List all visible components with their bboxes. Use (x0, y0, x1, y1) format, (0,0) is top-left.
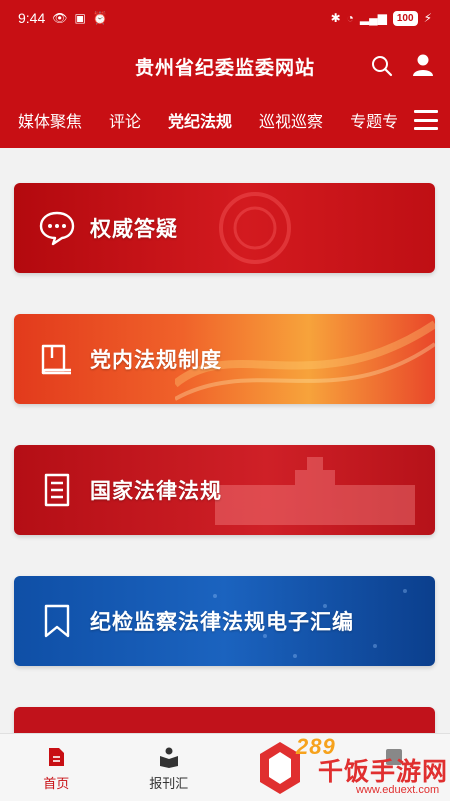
emblem-decoration (219, 192, 291, 264)
menu-icon[interactable] (414, 110, 438, 130)
nav-item-party-regulations[interactable]: 党纪法规 (168, 108, 232, 132)
card-label: 纪检监察法律法规电子汇编 (90, 611, 354, 634)
wifi-icon: ◔ (346, 11, 354, 25)
watermark-text: 千饭手游网 (318, 758, 449, 786)
category-nav: 媒体聚焦 评论 党纪法规 巡视巡察 专题专 (0, 100, 450, 140)
site-watermark: 289 千饭手游网 www.eduext.com (252, 730, 450, 801)
charging-icon: ⚡ (423, 11, 432, 25)
home-doc-icon (49, 748, 65, 766)
notification-icon: ▣ (74, 11, 86, 25)
nav-item-media[interactable]: 媒体聚焦 (18, 108, 82, 132)
alarm-icon: ⏰ (92, 11, 108, 25)
status-time: 9:44 (18, 10, 46, 26)
nav-item-label: 党纪法规 (168, 112, 233, 131)
nav-item-special-topic[interactable]: 专题专 (350, 108, 398, 132)
card-national-laws[interactable]: 国家法律法规 (14, 445, 435, 535)
card-authoritative-qa[interactable]: 权威答疑 (14, 183, 435, 273)
card-label: 党内法规制度 (90, 349, 222, 372)
app-header: 9:44 👁 ▣ ⏰ ✱ ◔ ▂▄▆ 100 ⚡ 贵州省纪委监委网站 媒体聚焦 … (0, 0, 450, 148)
tab-home[interactable]: 首页 (0, 734, 113, 801)
nav-item-inspection[interactable]: 巡视巡察 (259, 108, 323, 132)
bookmark-icon (44, 604, 70, 638)
card-label: 权威答疑 (90, 218, 178, 241)
search-icon[interactable] (370, 54, 394, 78)
watermark-url: www.eduext.com (356, 784, 440, 796)
card-discipline-compilation[interactable]: 纪检监察法律法规电子汇编 (14, 576, 435, 666)
document-icon (44, 473, 70, 507)
user-icon[interactable] (412, 53, 434, 77)
bluetooth-icon: ✱ (330, 11, 341, 25)
book-icon (41, 344, 71, 375)
eye-icon: 👁 (52, 11, 68, 25)
signal-icon: ▂▄▆ (359, 11, 387, 25)
tab-label: 报刊汇 (149, 777, 189, 792)
chat-bubble-icon (39, 211, 75, 246)
status-bar: 9:44 👁 ▣ ⏰ ✱ ◔ ▂▄▆ 100 ⚡ (0, 0, 450, 36)
battery-indicator: 100 (392, 10, 418, 26)
reader-icon (159, 747, 178, 768)
card-party-regulations[interactable]: 党内法规制度 (14, 314, 435, 404)
card-label: 国家法律法规 (90, 480, 222, 503)
nav-item-comment[interactable]: 评论 (109, 108, 141, 132)
site-title: 贵州省纪委监委网站 (134, 56, 315, 79)
tab-newspaper[interactable]: 报刊汇 (113, 734, 226, 801)
tab-label: 首页 (43, 777, 70, 792)
